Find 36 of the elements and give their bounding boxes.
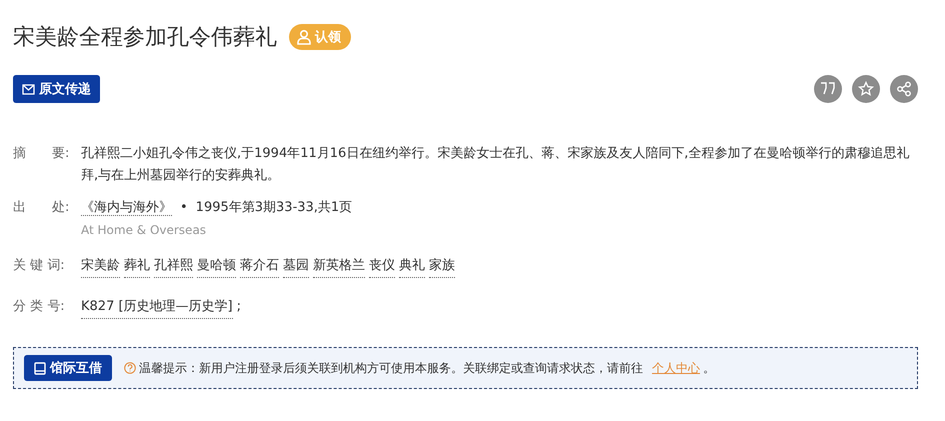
keyword-link[interactable]: 曼哈顿 — [197, 255, 236, 278]
classification-link[interactable]: K827 [历史地理—历史学] — [81, 296, 233, 319]
field-label: 摘 要: — [13, 145, 70, 163]
book-icon — [34, 362, 46, 374]
issue-text: 1995年第3期33-33,共1页 — [196, 200, 352, 215]
keyword-link[interactable]: 典礼 — [399, 255, 425, 278]
keyword-link[interactable]: 家族 — [429, 255, 455, 278]
article-title: 宋美龄全程参加孔令伟葬礼 — [13, 24, 277, 52]
keyword-link[interactable]: 新英格兰 — [313, 255, 365, 278]
keyword-link[interactable]: 墓园 — [283, 255, 309, 278]
journal-english-name: At Home & Overseas — [81, 222, 208, 239]
abstract-text: 孔祥熙二小姐孔令伟之丧仪,于1994年11月16日在纽约举行。宋美龄女士在孔、蒋、宋家族及友人陪同下,全程参加了在曼哈顿举行的肃穆追思礼拜,与在上州墓园举行的安葬典礼。 — [81, 145, 910, 185]
interlibrary-loan-button[interactable]: 馆际互借 — [24, 355, 112, 381]
keyword-link[interactable]: 蒋介石 — [240, 255, 279, 278]
keyword-link[interactable]: 葬礼 — [124, 255, 150, 278]
delivery-button[interactable]: 原文传递 — [13, 75, 100, 103]
quote-icon — [820, 82, 836, 96]
share-icon — [896, 81, 912, 97]
keyword-link[interactable]: 宋美龄 — [81, 255, 120, 278]
share-button[interactable] — [890, 75, 918, 103]
star-icon — [858, 81, 874, 97]
separator-dot: • — [180, 200, 188, 215]
field-label: 关 键 词: — [13, 257, 66, 275]
quote-button[interactable] — [814, 75, 842, 103]
favorite-button[interactable] — [852, 75, 880, 103]
semicolon: ; — [236, 298, 242, 316]
keyword-link[interactable]: 丧仪 — [369, 255, 395, 278]
journal-link[interactable]: 《海内与海外》 — [81, 200, 172, 216]
notice-end: 。 — [703, 360, 715, 376]
person-icon — [296, 29, 312, 45]
envelope-icon — [22, 84, 35, 94]
notice-text: 温馨提示：新用户注册登录后须关联到机构方可使用本服务。关联绑定或查询请求状态，请前往 — [139, 360, 643, 376]
field-label: 分 类 号: — [13, 298, 66, 316]
field-label: 出 处: — [13, 199, 70, 217]
help-icon — [124, 362, 136, 374]
keyword-link[interactable]: 孔祥熙 — [154, 255, 193, 278]
